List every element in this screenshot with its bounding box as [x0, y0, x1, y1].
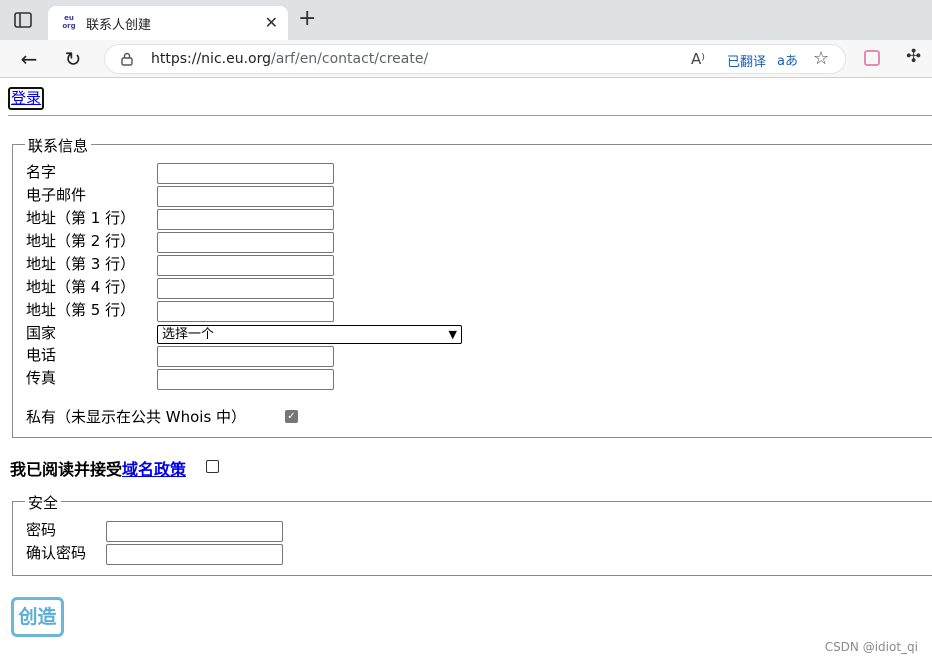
translated-indicator[interactable]: 已翻译 — [727, 51, 766, 70]
address-line-1-input[interactable] — [157, 209, 334, 230]
password-input[interactable] — [106, 521, 283, 542]
address-line-5-input[interactable] — [157, 301, 334, 322]
login-link[interactable]: 登录 — [8, 87, 45, 110]
private-checkbox[interactable]: ✓ — [285, 410, 298, 423]
password-label: 密码 — [26, 521, 57, 539]
contact-info-legend: 联系信息 — [25, 135, 92, 156]
policy-agreement-text: 我已阅读并接受 — [10, 462, 123, 479]
url-text: https://nic.eu.org/arf/en/contact/create… — [151, 51, 429, 67]
name-label: 名字 — [26, 163, 57, 181]
domain-policy-link[interactable]: 域名政策 — [122, 462, 186, 479]
watermark-text: CSDN @idiot_qi — [824, 640, 918, 654]
address-line-2-label: 地址（第 2 行） — [26, 232, 136, 250]
security-fieldset: 安全 密码 确认密码 — [12, 492, 932, 576]
country-select-value: 选择一个 — [162, 327, 215, 342]
security-legend: 安全 — [25, 492, 62, 513]
address-line-2-input[interactable] — [157, 232, 334, 253]
site-favicon-icon: eu org — [62, 14, 76, 30]
browser-tab[interactable]: eu org 联系人创建 ✕ — [48, 6, 288, 40]
address-bar[interactable]: https://nic.eu.org/arf/en/contact/create… — [104, 44, 846, 74]
address-line-4-input[interactable] — [157, 278, 334, 299]
extension-icon[interactable] — [864, 50, 880, 66]
sidebar-toggle-icon[interactable] — [14, 12, 32, 28]
translate-icon[interactable]: aあ — [777, 50, 798, 69]
phone-input[interactable] — [157, 346, 334, 367]
tab-bar: eu org 联系人创建 ✕ + — [0, 0, 932, 40]
extensions-puzzle-icon[interactable]: ✣ — [906, 46, 921, 67]
policy-agreement: 我已阅读并接受域名政策 — [10, 456, 186, 480]
refresh-icon[interactable]: ↻ — [60, 46, 86, 72]
create-button[interactable]: 创造 — [11, 597, 64, 637]
confirm-password-label: 确认密码 — [26, 544, 87, 562]
country-select[interactable]: 选择一个 ▼ — [157, 325, 462, 344]
name-input[interactable] — [157, 163, 334, 184]
divider — [8, 115, 932, 116]
policy-agree-checkbox[interactable] — [206, 460, 219, 473]
fax-input[interactable] — [157, 369, 334, 390]
address-line-5-label: 地址（第 5 行） — [26, 301, 136, 319]
email-label: 电子邮件 — [26, 186, 87, 204]
fax-label: 传真 — [26, 369, 57, 387]
add-favorite-icon[interactable]: ☆ — [813, 48, 829, 69]
browser-toolbar: ← ↻ https://nic.eu.org/arf/en/contact/cr… — [0, 40, 932, 78]
address-line-3-label: 地址（第 3 行） — [26, 255, 136, 273]
close-tab-icon[interactable]: ✕ — [265, 13, 278, 32]
confirm-password-input[interactable] — [106, 544, 283, 565]
address-line-3-input[interactable] — [157, 255, 334, 276]
email-input[interactable] — [157, 186, 334, 207]
address-line-4-label: 地址（第 4 行） — [26, 278, 136, 296]
private-label: 私有（未显示在公共 Whois 中） — [26, 408, 247, 426]
back-icon[interactable]: ← — [16, 46, 42, 72]
new-tab-icon[interactable]: + — [298, 8, 316, 30]
lock-icon — [121, 52, 133, 66]
chevron-down-icon: ▼ — [448, 328, 457, 341]
address-line-1-label: 地址（第 1 行） — [26, 209, 136, 227]
page-content: 登录 联系信息 名字 电子邮件 地址（第 1 行） 地址（第 2 行） 地址（第… — [0, 79, 932, 662]
phone-label: 电话 — [26, 346, 57, 364]
contact-info-fieldset: 联系信息 名字 电子邮件 地址（第 1 行） 地址（第 2 行） 地址（第 3 … — [12, 135, 932, 438]
tab-title: 联系人创建 — [86, 18, 152, 33]
read-aloud-icon[interactable]: A⁾ — [691, 50, 705, 68]
country-label: 国家 — [26, 324, 57, 342]
